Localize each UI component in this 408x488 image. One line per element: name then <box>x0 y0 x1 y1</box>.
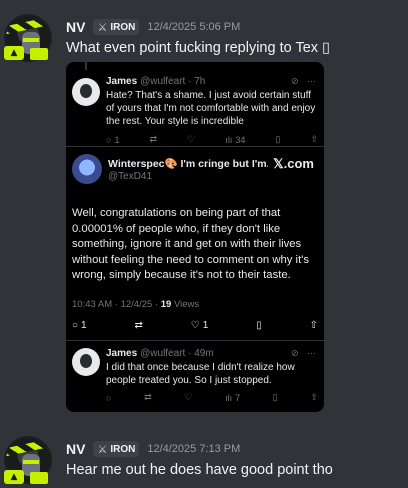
retweet-icon: ⇄ <box>144 392 152 402</box>
divider <box>66 146 324 147</box>
tweet-text: Hate? That's a shame. I just avoid certa… <box>106 90 316 127</box>
tweet-meta: 10:43 AM · 12/4/25 · 19 Views <box>72 299 199 310</box>
reply-icon: ○ <box>72 320 79 331</box>
message-header: NV ⚔ IRON 12/4/2025 5:06 PM <box>66 18 240 36</box>
share-button[interactable]: ⇧ <box>310 320 318 331</box>
reply-icon: ○ <box>106 392 112 403</box>
avatar-decoration-icon: ▲ <box>4 46 24 60</box>
retweet-button[interactable]: ⇄ <box>135 320 143 331</box>
tweet-actions: ○ 1 ⇄ ♡ ılı 34 ▯ ⇧ <box>106 134 318 145</box>
tweet-author-name[interactable]: Winterspec🎨 I'm cringe but I'm... <box>108 157 268 170</box>
guild-tag[interactable]: ⚔ IRON <box>93 19 140 35</box>
winterspec-avatar[interactable] <box>72 154 102 184</box>
thread-line <box>85 62 87 70</box>
grok-icon[interactable]: ⊘ <box>291 348 299 358</box>
views-button[interactable]: ılı 34 <box>225 134 245 145</box>
bookmark-icon: ▯ <box>275 134 281 144</box>
like-icon: ♡ <box>187 134 196 144</box>
tweet-author-name[interactable]: James <box>106 348 137 359</box>
james-avatar[interactable] <box>72 348 100 376</box>
bookmark-button[interactable]: ▯ <box>273 392 278 403</box>
like-icon: ♡ <box>190 320 200 331</box>
like-button[interactable]: ♡ <box>187 134 195 145</box>
tweet-text: I did that once because I didn't realize… <box>106 362 295 386</box>
share-button[interactable]: ⇧ <box>310 134 318 145</box>
bookmark-icon: ▯ <box>272 392 278 402</box>
sword-icon: ⚔ <box>97 442 108 456</box>
views-count: 19 <box>160 299 172 310</box>
avatar-decoration-badge-icon <box>30 48 48 60</box>
guild-tag[interactable]: ⚔ IRON <box>93 441 140 457</box>
like-button[interactable]: ♡ 1 <box>191 320 209 331</box>
tweet-text: Well, congratulations on being part of t… <box>72 207 310 281</box>
message-header: NV ⚔ IRON 12/4/2025 7:13 PM <box>66 440 240 458</box>
username[interactable]: NV <box>66 441 85 457</box>
tweet-time: 10:43 AM · 12/4/25 · <box>72 299 161 310</box>
like-button[interactable]: ♡ <box>184 392 192 403</box>
divider <box>66 340 324 341</box>
more-icon[interactable]: ··· <box>307 76 316 86</box>
retweet-button[interactable]: ⇄ <box>150 134 158 145</box>
tweet-author-handle: @wulfeart · 49m <box>140 348 214 359</box>
timestamp: 12/4/2025 7:13 PM <box>147 443 241 455</box>
more-icon[interactable]: ··· <box>307 348 316 358</box>
username[interactable]: NV <box>66 19 85 35</box>
tweet-embed[interactable]: James @wulfeart · 7h ⊘ ··· Hate? That's … <box>66 62 324 412</box>
reply-icon: ○ <box>106 134 112 145</box>
reply-button[interactable]: ○ 1 <box>106 134 119 145</box>
tweet-actions: ○ ⇄ ♡ ılı 7 ▯ ⇧ <box>106 392 318 403</box>
grok-icon[interactable]: ⊘ <box>291 76 299 86</box>
avatar-decoration-icon: ▲ <box>4 470 24 484</box>
share-button[interactable]: ⇧ <box>310 392 318 403</box>
sword-icon: ⚔ <box>97 20 108 34</box>
views-icon: ılı <box>225 392 233 403</box>
reply-button[interactable]: ○ <box>106 392 111 403</box>
guild-tag-label: IRON <box>110 21 136 33</box>
x-com-link[interactable]: 𝕏.com <box>273 156 314 172</box>
bookmark-button[interactable]: ▯ <box>275 134 280 145</box>
message-content: Hear me out he does have good point tho <box>66 462 333 478</box>
share-icon: ⇧ <box>310 392 318 402</box>
bookmark-button[interactable]: ▯ <box>256 320 262 331</box>
retweet-button[interactable]: ⇄ <box>144 392 152 403</box>
tweet-author-name[interactable]: James <box>106 76 137 87</box>
share-icon: ⇧ <box>310 134 318 144</box>
guild-tag-label: IRON <box>110 443 136 455</box>
avatar-decoration-badge-icon <box>30 472 48 484</box>
tweet-author-handle: @TexD41 <box>108 171 153 182</box>
retweet-icon: ⇄ <box>149 134 158 144</box>
bookmark-icon: ▯ <box>256 320 262 331</box>
tweet-actions: ○ 1 ⇄ ♡ 1 ▯ ⇧ <box>72 320 318 331</box>
message-content: What even point fucking replying to Tex … <box>66 40 331 56</box>
like-icon: ♡ <box>184 392 193 402</box>
share-icon: ⇧ <box>309 320 318 331</box>
views-label: Views <box>171 299 200 310</box>
views-button[interactable]: ılı 7 <box>225 392 240 403</box>
james-avatar[interactable] <box>72 78 100 106</box>
views-icon: ılı <box>225 134 233 145</box>
retweet-icon: ⇄ <box>134 320 143 331</box>
reply-button[interactable]: ○ 1 <box>72 320 87 331</box>
timestamp: 12/4/2025 5:06 PM <box>147 21 241 33</box>
tweet-author-handle: @wulfeart · 7h <box>140 76 206 87</box>
